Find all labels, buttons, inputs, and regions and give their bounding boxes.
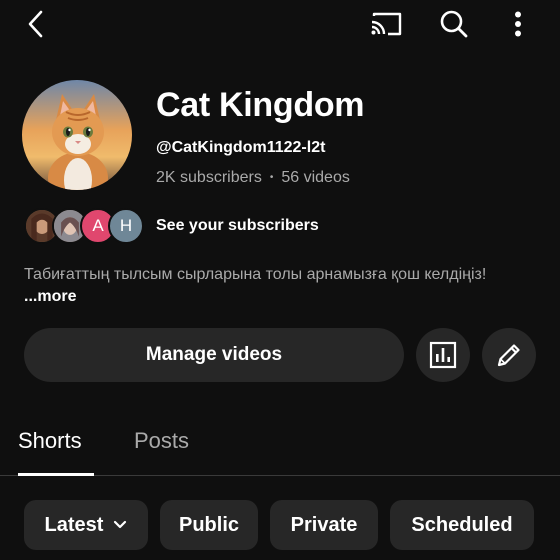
cast-button[interactable] xyxy=(366,6,406,42)
more-options-button[interactable] xyxy=(500,6,536,42)
description-more-link[interactable]: ...more xyxy=(24,288,76,305)
separator-dot: • xyxy=(269,172,274,183)
description-text: Табиғаттың тылсым сырларына толы арнамыз… xyxy=(24,266,487,283)
top-app-bar xyxy=(0,0,560,48)
edit-pencil-icon xyxy=(497,344,520,367)
more-vertical-icon xyxy=(515,11,521,37)
active-tab-indicator xyxy=(18,473,94,476)
manage-videos-button[interactable]: Manage videos xyxy=(24,328,404,382)
latest-sort-chip[interactable]: Latest xyxy=(24,500,148,550)
scheduled-filter-chip[interactable]: Scheduled xyxy=(390,500,534,550)
cast-icon xyxy=(371,12,402,36)
channel-avatar[interactable] xyxy=(22,80,132,190)
subscriber-avatar-4: H xyxy=(108,208,144,244)
private-filter-chip[interactable]: Private xyxy=(270,500,378,550)
channel-handle: @CatKingdom1122-l2t xyxy=(156,139,326,156)
tab-shorts[interactable]: Shorts xyxy=(18,428,82,454)
back-icon xyxy=(28,10,43,38)
channel-name: Cat Kingdom xyxy=(156,86,365,124)
see-subscribers-link[interactable]: See your subscribers xyxy=(156,217,319,235)
latest-chip-label: Latest xyxy=(44,513,104,536)
channel-stats: 2K subscribers • 56 videos xyxy=(156,169,350,187)
tab-posts[interactable]: Posts xyxy=(134,428,189,454)
back-button[interactable] xyxy=(18,6,54,42)
edit-channel-button[interactable] xyxy=(482,328,536,382)
public-filter-chip[interactable]: Public xyxy=(160,500,258,550)
video-count: 56 videos xyxy=(281,169,350,186)
subscriber-count: 2K subscribers xyxy=(156,169,262,186)
channel-description[interactable]: Табиғаттың тылсым сырларына толы арнамыз… xyxy=(24,264,524,308)
cat-avatar-icon xyxy=(22,80,132,190)
see-subscribers-row[interactable]: A H See your subscribers xyxy=(24,208,319,244)
chevron-down-icon xyxy=(113,520,127,530)
subscriber-avatars: A H xyxy=(24,208,144,244)
channel-tabs: Shorts Posts xyxy=(0,410,560,476)
search-icon xyxy=(440,10,468,38)
analytics-button[interactable] xyxy=(416,328,470,382)
search-button[interactable] xyxy=(434,6,474,42)
analytics-icon xyxy=(429,341,457,369)
